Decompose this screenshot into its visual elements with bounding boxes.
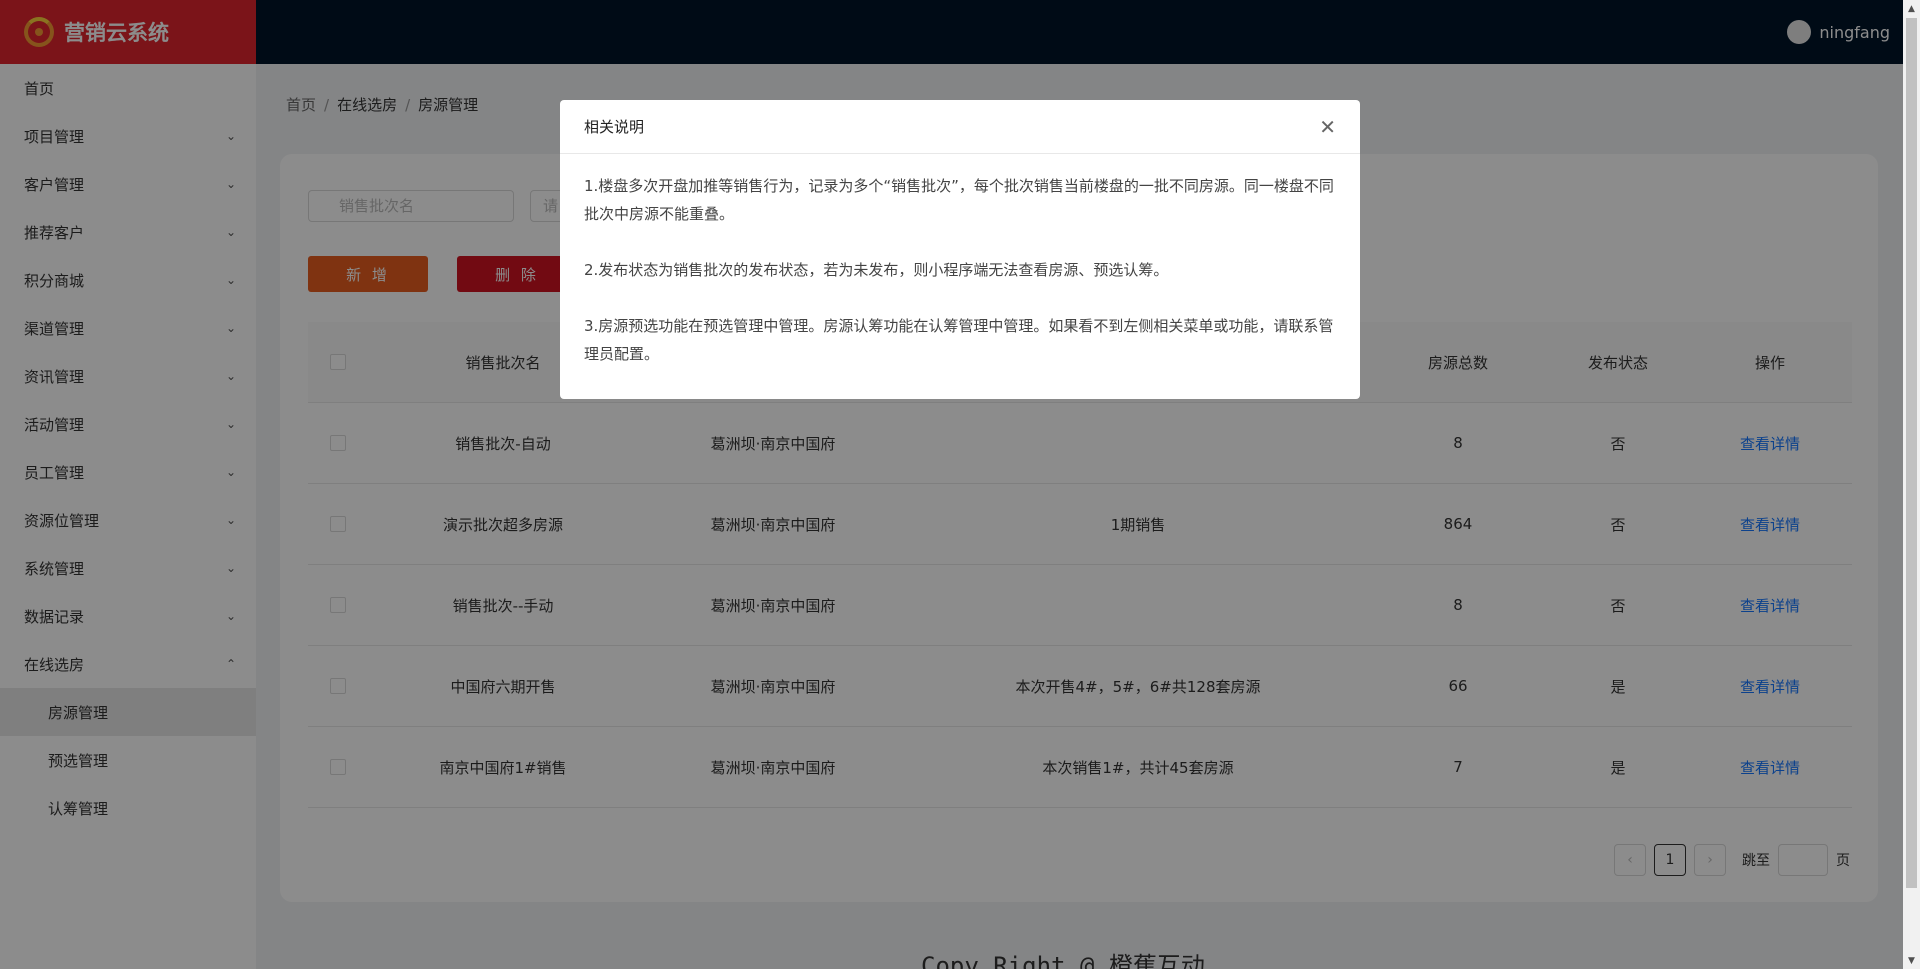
info-modal: 相关说明 ✕ 1.楼盘多次开盘加推等销售行为，记录为多个“销售批次”，每个批次销… [560, 100, 1360, 399]
scroll-thumb[interactable] [1906, 18, 1917, 888]
modal-body: 1.楼盘多次开盘加推等销售行为，记录为多个“销售批次”，每个批次销售当前楼盘的一… [560, 154, 1360, 368]
scroll-up-arrow-icon[interactable]: ▲ [1903, 0, 1920, 17]
scroll-down-arrow-icon[interactable]: ▼ [1903, 952, 1920, 969]
modal-paragraph: 2.发布状态为销售批次的发布状态，若为未发布，则小程序端无法查看房源、预选认筹。 [584, 261, 1169, 279]
close-icon[interactable]: ✕ [1319, 117, 1336, 137]
modal-paragraph: 1.楼盘多次开盘加推等销售行为，记录为多个“销售批次”，每个批次销售当前楼盘的一… [584, 177, 1334, 223]
page-scrollbar[interactable]: ▲ ▼ [1903, 0, 1920, 969]
modal-header: 相关说明 ✕ [560, 100, 1360, 154]
modal-paragraph: 3.房源预选功能在预选管理中管理。房源认筹功能在认筹管理中管理。如果看不到左侧相… [584, 317, 1334, 363]
modal-title: 相关说明 [584, 118, 645, 136]
